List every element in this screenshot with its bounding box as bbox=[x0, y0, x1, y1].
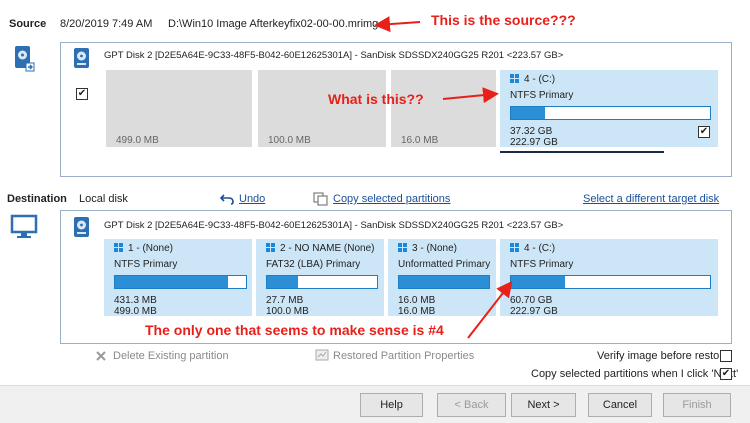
arrow-to-dest-4 bbox=[467, 280, 513, 339]
annotation-arrows bbox=[374, 16, 513, 339]
arrow-to-partition-4 bbox=[442, 87, 499, 104]
arrow-to-source bbox=[374, 16, 421, 33]
